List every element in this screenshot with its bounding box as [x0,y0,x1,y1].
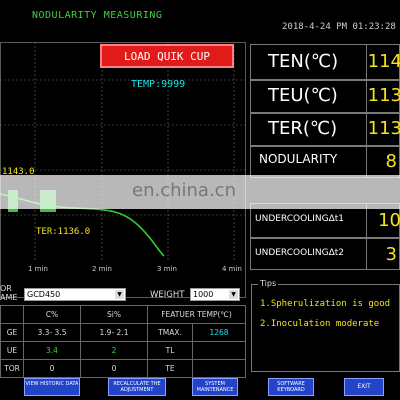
app-title: NODULARITY MEASURING [32,10,163,21]
table-cell: 3.3- 3.5 [23,323,81,342]
exit-button[interactable]: EXIT [344,378,384,396]
table-row: TOR 0 0 TE [0,359,246,378]
table-cell: 1268 [192,323,246,342]
table-cell: TMAX. [147,323,193,342]
software-keyboard-button[interactable]: SOFTWARE KEYBOARD [268,378,314,396]
composition-table: C% Si% FEATUER TEMP(℃) GE 3.3- 3.5 1.9- … [0,305,246,378]
reading-uc1-label: UNDERCOOLINGΔt1 [255,214,344,224]
table-cell: 1.9- 2.1 [80,323,148,342]
tips-title: Tips [258,279,279,288]
chevron-down-icon: ▼ [229,290,238,299]
reading-nodularity-value: 8 [385,151,397,172]
table-cell: 0 [80,359,148,378]
weight-select[interactable]: 1000 ▼ [190,288,240,301]
cooling-curve-frame [0,42,246,298]
reading-ter-label: TER(℃) [268,118,338,139]
table-row: UE 3.4 2 TL [0,341,246,360]
reading-nodularity-label: NODULARITY [259,152,338,166]
reading-ter: TER(℃) 113 [250,113,400,146]
view-historic-data-button[interactable]: VIEW HISTORIC DATA [24,378,80,396]
table-cell: TOR [0,359,24,378]
tip-item: 2.Inoculation moderate [260,319,380,329]
reading-ter-value: 113 [367,118,400,139]
weight-label: WEIGHT [150,290,185,300]
system-maintenance-button[interactable]: SYSTEM MAINTENANCE [192,378,238,396]
recalculate-button[interactable]: RECALCULATE THE ADJUSTMENT [108,378,166,396]
table-header-cell: C% [23,305,81,324]
reading-uc2-value: 3 [385,244,397,265]
reading-nodularity: NODULARITY 8 [250,146,400,178]
table-cell: 3.4 [23,341,81,360]
reading-uc2-label: UNDERCOOLINGΔt2 [255,248,344,258]
grade-select[interactable]: GCD450 ▼ [24,288,126,301]
reading-ten-value: 114 [367,51,400,72]
table-cell: GE [0,323,24,342]
table-header-cell: Si% [80,305,148,324]
grade-label-line1: OR [0,284,12,293]
reading-uc1-value: 10 [378,210,400,231]
weight-select-value: 1000 [193,290,214,299]
table-cell: 0 [23,359,81,378]
tips-panel: Tips 1.Spherulization is good 2.Inoculat… [251,279,400,372]
tip-item: 1.Spherulization is good [260,299,391,309]
temperature-readout: TEMP:9999 [131,79,186,90]
table-header-cell [0,305,24,324]
table-row: GE 3.3- 3.5 1.9- 2.1 TMAX. 1268 [0,323,246,342]
grade-label-line2: AME [0,293,18,302]
reading-teu: TEU(℃) 113 [250,80,400,113]
readings-divider [366,44,367,178]
datetime-display: 2018-4-24 PM 01:23:28 [282,22,396,32]
reading-ten-label: TEN(℃) [268,51,339,72]
chevron-down-icon: ▼ [115,290,124,299]
reading-teu-value: 113 [367,85,400,106]
app-screen: NODULARITY MEASURING 2018-4-24 PM 01:23:… [0,0,400,400]
table-header-cell: FEATUER TEMP(℃) [147,305,246,324]
grade-select-value: GCD450 [27,290,61,299]
reading-teu-label: TEU(℃) [268,85,338,106]
reading-ten: TEN(℃) 114 [250,44,400,80]
reading-undercooling-2: UNDERCOOLINGΔt2 3 [250,238,400,270]
table-cell: TE [147,359,193,378]
readings-divider [366,203,367,270]
table-cell [192,341,246,360]
table-cell: TL [147,341,193,360]
table-header-row: C% Si% FEATUER TEMP(℃) [0,305,246,324]
table-cell [192,359,246,378]
table-cell: 2 [80,341,148,360]
header-bar: NODULARITY MEASURING 2018-4-24 PM 01:23:… [0,0,400,32]
load-quick-cup-button[interactable]: LOAD QUIK CUP [100,44,234,68]
table-cell: UE [0,341,24,360]
watermark-text: en.china.cn [132,180,236,201]
